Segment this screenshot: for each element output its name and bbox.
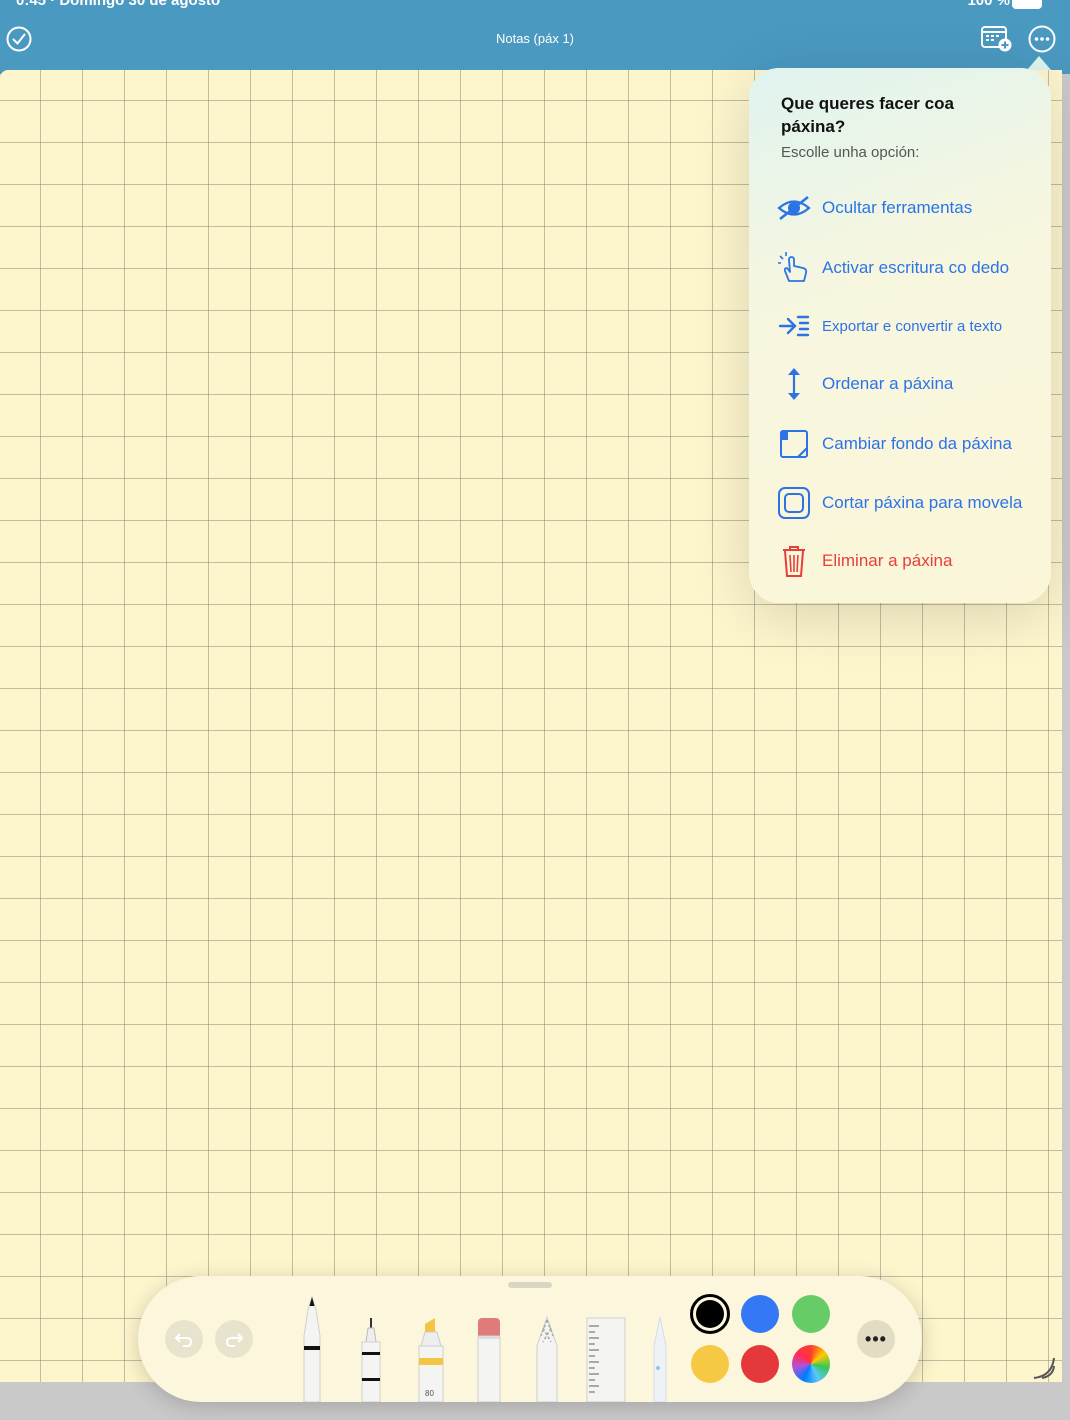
menu-item-finger-writing[interactable]: Activar escritura co dedo: [775, 248, 1045, 288]
menu-item-hide-tools[interactable]: Ocultar ferramentas: [775, 188, 1045, 228]
menu-item-label: Activar escritura co dedo: [822, 258, 1010, 277]
top-bar: 0:45 · Domingo 30 de agosto 100 % Notas …: [0, 0, 1070, 74]
more-options-button[interactable]: [1028, 25, 1056, 53]
eraser-tool-icon[interactable]: [475, 1318, 503, 1402]
menu-item-label: Ordenar a páxina: [822, 374, 954, 393]
crop-square-icon: [775, 484, 813, 522]
lasso-tool-icon[interactable]: [533, 1316, 561, 1402]
drawing-toolbar: 80 •••: [138, 1276, 922, 1402]
menu-item-crop-move[interactable]: Cortar páxina para movela: [775, 483, 1045, 523]
color-swatch-blue[interactable]: [741, 1295, 779, 1333]
color-swatch-red[interactable]: [741, 1345, 779, 1383]
color-picker-wheel-icon[interactable]: [792, 1345, 830, 1383]
extra-pen-tool-icon[interactable]: [648, 1316, 672, 1402]
page-title: Notas (páx 1): [495, 31, 575, 46]
ellipsis-circle-icon: [1028, 25, 1056, 53]
add-page-button[interactable]: [980, 24, 1014, 54]
menu-item-change-background[interactable]: Cambiar fondo da páxina: [775, 424, 1045, 464]
color-swatch-black[interactable]: [690, 1294, 730, 1334]
page-options-menu: Que queres facer coa páxina? Escolle unh…: [749, 68, 1051, 603]
eye-slash-icon: [775, 189, 813, 227]
highlighter-size-label: 80: [425, 1389, 434, 1398]
undo-button[interactable]: [165, 1320, 203, 1358]
redo-icon: [225, 1333, 244, 1347]
menu-pointer: [1027, 56, 1051, 70]
fineliner-tool-icon[interactable]: [358, 1318, 384, 1402]
vertical-arrows-icon: [775, 365, 813, 403]
color-swatch-yellow[interactable]: [691, 1345, 729, 1383]
menu-item-label: Ocultar ferramentas: [822, 198, 973, 217]
undo-icon: [174, 1333, 193, 1347]
color-swatch-green[interactable]: [792, 1295, 830, 1333]
ruler-tool-icon[interactable]: [585, 1316, 627, 1402]
battery-icon: [1012, 0, 1042, 9]
toolbar-more-button[interactable]: •••: [857, 1320, 895, 1358]
page-background-icon: [775, 425, 813, 463]
calendar-add-icon: [981, 26, 1012, 52]
menu-item-export-text[interactable]: Exportar e convertir a texto: [775, 306, 1045, 346]
menu-item-label: Cambiar fondo da páxina: [822, 434, 1012, 453]
export-text-icon: [775, 307, 813, 345]
toolbar-grabber[interactable]: [508, 1282, 552, 1288]
status-time-date: 0:45 · Domingo 30 de agosto: [16, 0, 221, 9]
hand-tap-icon: [775, 249, 813, 287]
menu-item-label: Exportar e convertir a texto: [822, 317, 1003, 335]
menu-subtitle: Escolle unha opción:: [781, 144, 920, 161]
menu-item-delete-page[interactable]: Eliminar a páxina: [775, 541, 1045, 581]
menu-title: Que queres facer coa páxina?: [781, 94, 954, 136]
menu-item-label: Eliminar a páxina: [822, 551, 953, 570]
status-battery-percent: 100 %: [967, 0, 1010, 9]
resize-handle-icon[interactable]: [1030, 1354, 1056, 1380]
trash-icon: [775, 542, 813, 580]
menu-item-sort-page[interactable]: Ordenar a páxina: [775, 364, 1045, 404]
pen-tool-icon[interactable]: [298, 1296, 326, 1402]
menu-item-label: Cortar páxina para movela: [822, 493, 1023, 512]
redo-button[interactable]: [215, 1320, 253, 1358]
